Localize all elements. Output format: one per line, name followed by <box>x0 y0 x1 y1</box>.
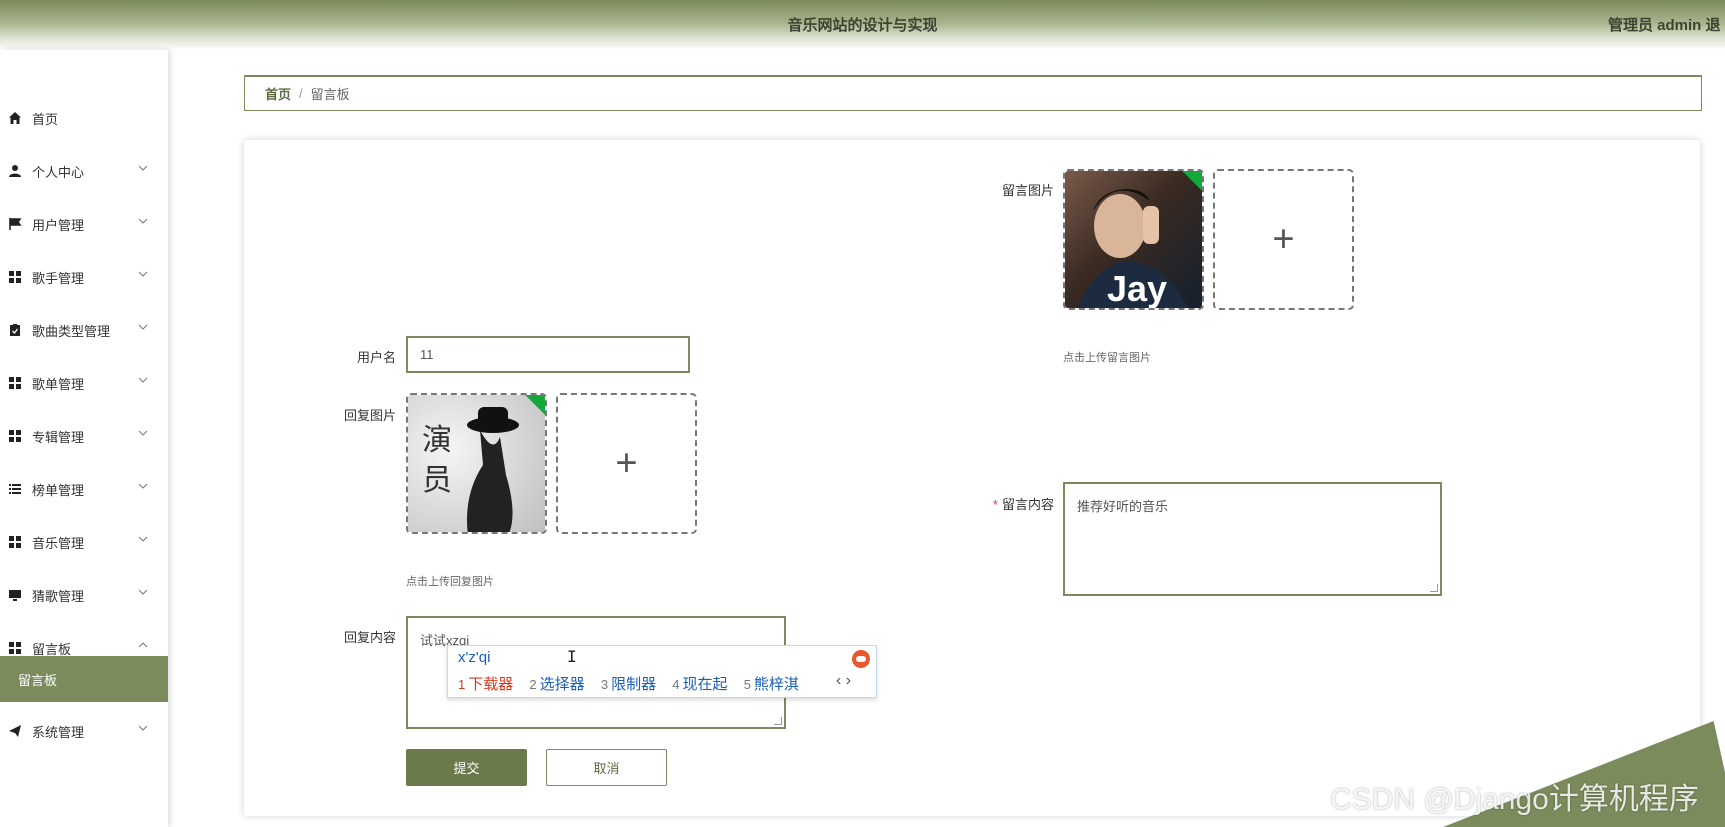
sidebar-item-label: 首页 <box>32 111 59 127</box>
chevron-down-icon <box>138 536 148 542</box>
sidebar-item-label: 留言板 <box>32 641 72 657</box>
message-image-hint: 点击上传留言图片 <box>1063 352 1151 364</box>
chevron-down-icon <box>138 483 148 489</box>
ime-candidate[interactable]: 1 下载器 <box>458 676 513 693</box>
album-art-figure: Jay <box>1076 189 1188 309</box>
grid-icon <box>9 271 21 283</box>
grid-icon <box>9 642 21 654</box>
sidebar-item-label: 歌曲类型管理 <box>32 323 111 339</box>
album-art-figure: 演 员 <box>422 407 519 532</box>
sidebar-item-label: 用户管理 <box>32 217 85 233</box>
resize-handle[interactable] <box>774 717 782 725</box>
sidebar-item-album-management[interactable]: 专辑管理 <box>0 416 168 456</box>
reply-image-label: 回复图片 <box>343 408 396 423</box>
grid-icon <box>9 536 21 548</box>
reply-image-hint: 点击上传回复图片 <box>406 576 494 588</box>
album-title-text: Jay <box>1107 268 1167 309</box>
ime-composition: x'z'qi <box>458 649 491 666</box>
plus-icon: + <box>1272 218 1295 260</box>
reply-image-upload-button[interactable]: + <box>556 393 697 534</box>
ime-candidate-popup: x'z'qi 1 下载器 2 选择器 3 限制器 4 现在起 5 熊梓淇 ‹ › <box>447 645 877 698</box>
text-cursor-icon: I <box>567 647 577 666</box>
sidebar-item-user-management[interactable]: 用户管理 <box>0 204 168 244</box>
chevron-down-icon <box>138 725 148 731</box>
message-content-text: 推荐好听的音乐 <box>1077 499 1169 514</box>
home-icon <box>9 112 21 124</box>
reply-content-label: 回复内容 <box>343 630 396 645</box>
flag-icon <box>9 218 22 230</box>
username-label: 用户名 <box>356 350 396 365</box>
send-icon <box>9 725 21 737</box>
sidebar-item-guess-song-management[interactable]: 猜歌管理 <box>0 575 168 615</box>
message-content-textarea[interactable]: 推荐好听的音乐 <box>1063 482 1442 596</box>
sidebar-item-system-management[interactable]: 系统管理 <box>0 711 168 751</box>
sidebar-item-music-management[interactable]: 音乐管理 <box>0 522 168 562</box>
chevron-down-icon <box>138 377 148 383</box>
watermark: CSDN @Django计算机程序 <box>1330 783 1699 816</box>
ime-candidate[interactable]: 3 限制器 <box>601 676 656 693</box>
chevron-down-icon <box>138 271 148 277</box>
ime-logo-icon[interactable] <box>852 650 870 668</box>
sidebar: 首页 个人中心 用户管理 歌手管理 歌曲类型管理 歌单管理 专辑管理 榜单管理 … <box>0 50 168 827</box>
ime-candidate-list: 1 下载器 2 选择器 3 限制器 4 现在起 5 熊梓淇 <box>458 673 811 694</box>
album-title-glyph-1: 演 <box>422 423 452 458</box>
resize-handle[interactable] <box>1430 584 1438 592</box>
clipboard-icon <box>10 324 20 336</box>
grid-icon <box>9 430 21 442</box>
album-title-glyph-2: 员 <box>422 463 452 498</box>
chevron-down-icon <box>138 589 148 595</box>
ime-candidate[interactable]: 2 选择器 <box>529 676 584 693</box>
reply-image-thumbnail[interactable]: 演 员 <box>406 393 547 534</box>
message-image-upload-button[interactable]: + <box>1213 169 1354 310</box>
submit-button[interactable]: 提交 <box>406 749 527 786</box>
list-icon <box>9 484 21 494</box>
required-asterisk: * <box>992 497 998 512</box>
breadcrumb-home[interactable]: 首页 <box>265 84 291 103</box>
chevron-down-icon <box>138 430 148 436</box>
breadcrumb-separator: / <box>299 86 303 101</box>
cancel-button[interactable]: 取消 <box>546 749 667 786</box>
sidebar-item-label: 猜歌管理 <box>32 588 85 604</box>
sidebar-item-label: 榜单管理 <box>32 482 85 498</box>
monitor-icon <box>9 590 21 601</box>
admin-user-label[interactable]: 管理员 admin 退 <box>1608 14 1721 35</box>
sidebar-item-home[interactable]: 首页 <box>0 98 168 138</box>
sidebar-item-song-type-management[interactable]: 歌曲类型管理 <box>0 310 168 350</box>
chevron-up-icon <box>138 642 148 648</box>
sidebar-item-label: 歌手管理 <box>32 270 85 286</box>
ime-pager[interactable]: ‹ › <box>836 672 851 690</box>
message-content-label-text: 留言内容 <box>1001 497 1054 512</box>
user-icon <box>9 165 21 177</box>
message-image-thumbnail[interactable]: Jay <box>1063 169 1204 310</box>
message-image-label: 留言图片 <box>1001 183 1054 198</box>
sidebar-item-personal-center[interactable]: 个人中心 <box>0 151 168 191</box>
sidebar-item-playlist-management[interactable]: 歌单管理 <box>0 363 168 403</box>
sidebar-subitem-message-board[interactable]: 留言板 <box>0 656 168 702</box>
message-content-label: * 留言内容 <box>980 494 1054 513</box>
username-input[interactable]: 11 <box>406 336 690 373</box>
breadcrumb-current: 留言板 <box>310 87 350 102</box>
ime-candidate[interactable]: 5 熊梓淇 <box>744 676 799 693</box>
sidebar-item-singer-management[interactable]: 歌手管理 <box>0 257 168 297</box>
sidebar-item-label: 系统管理 <box>32 724 85 740</box>
chevron-down-icon <box>138 324 148 330</box>
plus-icon: + <box>615 442 638 484</box>
chevron-down-icon <box>138 218 148 224</box>
sidebar-item-label: 专辑管理 <box>32 429 85 445</box>
sidebar-item-label: 歌单管理 <box>32 376 85 392</box>
sidebar-item-label: 留言板 <box>18 672 58 688</box>
top-header: 音乐网站的设计与实现 管理员 admin 退 <box>0 0 1725 50</box>
ime-candidate[interactable]: 4 现在起 <box>672 676 727 693</box>
sidebar-item-label: 音乐管理 <box>32 535 85 551</box>
chevron-down-icon <box>138 165 148 171</box>
grid-icon <box>9 377 21 389</box>
breadcrumb: 首页 / 留言板 <box>244 75 1702 111</box>
site-title: 音乐网站的设计与实现 <box>787 17 938 34</box>
sidebar-item-label: 个人中心 <box>32 164 85 180</box>
sidebar-item-chart-management[interactable]: 榜单管理 <box>0 469 168 509</box>
